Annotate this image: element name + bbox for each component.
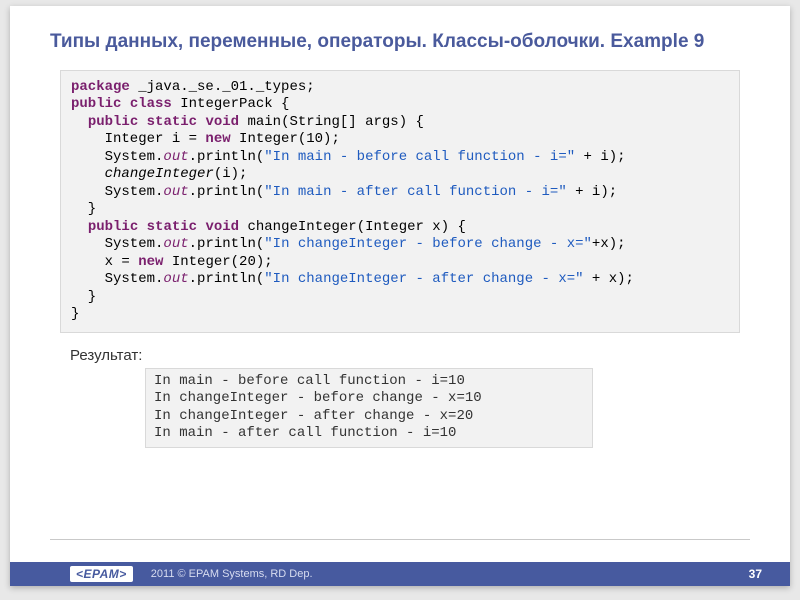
system: System. [71,184,163,200]
package-name: _java._se._01._types; [130,79,315,95]
out-field: out [163,271,188,287]
keyword-public: public [88,114,138,130]
keyword-public: public [71,96,121,112]
result-line: In main - before call function - i=10 [154,373,465,389]
string-main-before: "In main - before call function - i=" [264,149,575,165]
call-arg: (i); [214,166,248,182]
keyword-public: public [88,219,138,235]
println: .println( [189,236,265,252]
result-block: In main - before call function - i=10 In… [145,368,593,448]
system: System. [71,271,163,287]
close-brace: } [71,289,96,305]
keyword-class: class [130,96,172,112]
system: System. [71,149,163,165]
page-number: 37 [749,567,762,581]
out-field: out [163,184,188,200]
divider [50,539,750,540]
plus-i: + i); [567,184,617,200]
slide-title: Типы данных, переменные, операторы. Клас… [10,6,790,64]
string-main-after: "In main - after call function - i=" [264,184,566,200]
println: .println( [189,149,265,165]
keyword-package: package [71,79,130,95]
plus-x-a: +x); [592,236,626,252]
epam-logo: <EPAM> [70,566,133,582]
plus-x-b: + x); [584,271,634,287]
keyword-void: void [205,114,239,130]
println: .println( [189,184,265,200]
out-field: out [163,236,188,252]
change-signature: changeInteger(Integer x) { [239,219,466,235]
result-label: Результат: [70,347,790,364]
footer-copyright: 2011 © EPAM Systems, RD Dep. [151,568,313,580]
footer-bar: <EPAM> 2011 © EPAM Systems, RD Dep. 37 [10,562,790,586]
string-ci-after: "In changeInteger - after change - x=" [264,271,583,287]
keyword-new: new [138,254,163,270]
out-field: out [163,149,188,165]
keyword-static: static [147,114,197,130]
x-assign-a: x = [71,254,138,270]
println: .println( [189,271,265,287]
result-line: In main - after call function - i=10 [154,425,456,441]
class-name: IntegerPack { [172,96,290,112]
string-ci-before: "In changeInteger - before change - x=" [264,236,592,252]
int-decl-b: Integer(10); [231,131,340,147]
result-line: In changeInteger - after change - x=20 [154,408,473,424]
keyword-new: new [205,131,230,147]
main-signature: main(String[] args) { [239,114,424,130]
x-assign-b: Integer(20); [163,254,272,270]
call-changeInteger: changeInteger [105,166,214,182]
keyword-static: static [147,219,197,235]
keyword-void: void [205,219,239,235]
int-decl-a: Integer i = [71,131,205,147]
system: System. [71,236,163,252]
code-block: package _java._se._01._types; public cla… [60,70,740,333]
slide: Типы данных, переменные, операторы. Клас… [10,6,790,586]
final-brace: } [71,306,79,322]
result-line: In changeInteger - before change - x=10 [154,390,482,406]
close-brace: } [71,201,96,217]
plus-i: + i); [575,149,625,165]
